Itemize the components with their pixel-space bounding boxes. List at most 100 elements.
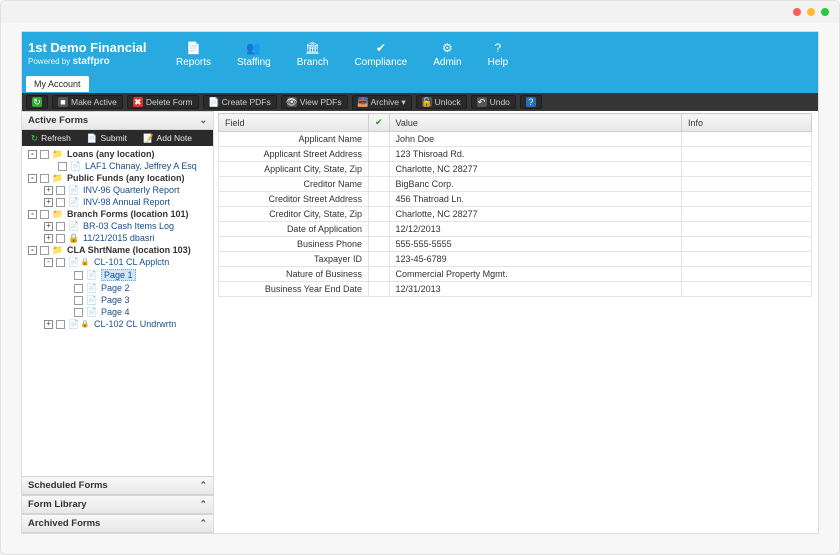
compliance-icon: ✔ <box>374 41 388 55</box>
table-row[interactable]: Business Phone555-555-5555 <box>219 237 812 252</box>
nav-branch[interactable]: 🏛Branch <box>297 41 329 68</box>
tree-page[interactable]: 📄Page 1 <box>22 268 213 282</box>
checkbox[interactable] <box>56 320 65 329</box>
expand-toggle[interactable]: - <box>28 150 37 159</box>
tree-item[interactable]: -📄🔒CL-101 CL Applctn <box>22 256 213 268</box>
help-button[interactable]: ? <box>520 95 542 109</box>
doc-icon: 📄 <box>70 161 82 171</box>
checkbox[interactable] <box>74 271 83 280</box>
checkbox[interactable] <box>56 186 65 195</box>
tree-refresh-button[interactable]: ↻Refresh <box>26 132 76 145</box>
checkbox[interactable] <box>56 234 65 243</box>
cell-check <box>369 207 390 222</box>
button-label: Delete Form <box>146 97 193 107</box>
create-pdfs-button[interactable]: 📄Create PDFs <box>203 95 277 109</box>
sidebar: Active Forms ⌄ ↻Refresh 📄Submit 📝Add Not… <box>22 111 214 533</box>
nav-reports[interactable]: 📄Reports <box>176 41 211 68</box>
checkbox[interactable] <box>40 210 49 219</box>
checkbox[interactable] <box>56 198 65 207</box>
tree-submit-button[interactable]: 📄Submit <box>82 132 132 145</box>
table-row[interactable]: Taxpayer ID123-45-6789 <box>219 252 812 267</box>
page-icon: 📄 <box>86 270 98 280</box>
tree-page[interactable]: 📄Page 3 <box>22 294 213 306</box>
accordion-active-forms[interactable]: Active Forms ⌄ <box>22 111 213 130</box>
nav-help[interactable]: ?Help <box>488 41 509 68</box>
col-field[interactable]: Field <box>219 114 369 132</box>
expand-toggle[interactable]: + <box>44 186 53 195</box>
page-icon: 📄 <box>86 295 98 305</box>
tree-item[interactable]: +📄🔒CL-102 CL Undrwrtn <box>22 318 213 330</box>
cell-info <box>682 162 812 177</box>
checkbox[interactable] <box>56 222 65 231</box>
cell-value: 12/12/2013 <box>389 222 681 237</box>
tree-item[interactable]: 📄LAF1 Chanay, Jeffrey A Esq <box>22 160 213 172</box>
tree-folder[interactable]: -📁Loans (any location) <box>22 148 213 160</box>
tree-label: Page 4 <box>101 307 130 317</box>
traffic-light-yellow[interactable] <box>807 8 815 16</box>
table-row[interactable]: Applicant NameJohn Doe <box>219 132 812 147</box>
reports-icon: 📄 <box>187 41 201 55</box>
tree-folder[interactable]: -📁CLA ShrtName (location 103) <box>22 244 213 256</box>
accordion-archived-forms[interactable]: Archived Forms ⌃ <box>22 514 213 533</box>
checkbox[interactable] <box>40 150 49 159</box>
expand-toggle[interactable]: - <box>28 246 37 255</box>
nav-admin[interactable]: ⚙Admin <box>433 41 461 68</box>
cell-value: John Doe <box>389 132 681 147</box>
tree-page[interactable]: 📄Page 2 <box>22 282 213 294</box>
accordion-form-library[interactable]: Form Library ⌃ <box>22 495 213 514</box>
table-row[interactable]: Applicant City, State, ZipCharlotte, NC … <box>219 162 812 177</box>
cell-info <box>682 147 812 162</box>
tree-item[interactable]: +📄INV-96 Quarterly Report <box>22 184 213 196</box>
unlock-button[interactable]: 🔓Unlock <box>416 95 467 109</box>
undo-button[interactable]: ↶Undo <box>471 95 516 109</box>
chevron-up-icon: ⌃ <box>199 518 207 529</box>
expand-toggle[interactable]: - <box>28 174 37 183</box>
checkbox[interactable] <box>56 258 65 267</box>
tab-my-account[interactable]: My Account <box>26 76 89 92</box>
table-row[interactable]: Applicant Street Address123 Thisroad Rd. <box>219 147 812 162</box>
nav-compliance[interactable]: ✔Compliance <box>354 41 407 68</box>
checkbox[interactable] <box>74 308 83 317</box>
expand-toggle[interactable]: + <box>44 198 53 207</box>
tree-page[interactable]: 📄Page 4 <box>22 306 213 318</box>
tree-folder[interactable]: -📁Branch Forms (location 101) <box>22 208 213 220</box>
nav-staffing[interactable]: 👥Staffing <box>237 41 271 68</box>
checkbox[interactable] <box>58 162 67 171</box>
table-row[interactable]: Creditor Street Address456 Thatroad Ln. <box>219 192 812 207</box>
lock-icon: 🔒 <box>79 319 91 329</box>
expand-toggle[interactable]: - <box>28 210 37 219</box>
table-row[interactable]: Nature of BusinessCommercial Property Mg… <box>219 267 812 282</box>
delete-form-button[interactable]: ✖Delete Form <box>127 95 199 109</box>
view-pdfs-button[interactable]: 👁View PDFs <box>281 95 348 109</box>
checkbox[interactable] <box>74 284 83 293</box>
tree-view[interactable]: -📁Loans (any location)📄LAF1 Chanay, Jeff… <box>22 146 213 476</box>
tree-add-note-button[interactable]: 📝Add Note <box>138 132 197 145</box>
tree-folder[interactable]: -📁Public Funds (any location) <box>22 172 213 184</box>
expand-toggle[interactable]: + <box>44 320 53 329</box>
checkbox[interactable] <box>40 246 49 255</box>
traffic-light-red[interactable] <box>793 8 801 16</box>
expand-toggle[interactable]: - <box>44 258 53 267</box>
make-active-button[interactable]: ■Make Active <box>52 95 123 109</box>
checkbox[interactable] <box>40 174 49 183</box>
archive-dropdown[interactable]: 📥Archive ▾ <box>352 95 412 110</box>
table-row[interactable]: Creditor NameBigBanc Corp. <box>219 177 812 192</box>
accordion-scheduled-forms[interactable]: Scheduled Forms ⌃ <box>22 476 213 495</box>
tree-item[interactable]: +📄BR-03 Cash Items Log <box>22 220 213 232</box>
powered-brand: staffpro <box>72 56 109 67</box>
table-row[interactable]: Date of Application12/12/2013 <box>219 222 812 237</box>
expand-toggle[interactable]: + <box>44 222 53 231</box>
col-value[interactable]: Value <box>389 114 681 132</box>
powered-by: Powered by staffpro <box>28 56 158 67</box>
col-info[interactable]: Info <box>682 114 812 132</box>
traffic-light-green[interactable] <box>821 8 829 16</box>
table-row[interactable]: Business Year End Date12/31/2013 <box>219 282 812 297</box>
col-check[interactable]: ✔ <box>369 114 390 132</box>
refresh-button[interactable]: ↻ <box>26 95 48 109</box>
table-row[interactable]: Creditor City, State, ZipCharlotte, NC 2… <box>219 207 812 222</box>
tree-item[interactable]: +🔒11/21/2015 dbasri <box>22 232 213 244</box>
checkbox[interactable] <box>74 296 83 305</box>
tree-item[interactable]: +📄INV-98 Annual Report <box>22 196 213 208</box>
button-label: Submit <box>100 133 126 143</box>
expand-toggle[interactable]: + <box>44 234 53 243</box>
